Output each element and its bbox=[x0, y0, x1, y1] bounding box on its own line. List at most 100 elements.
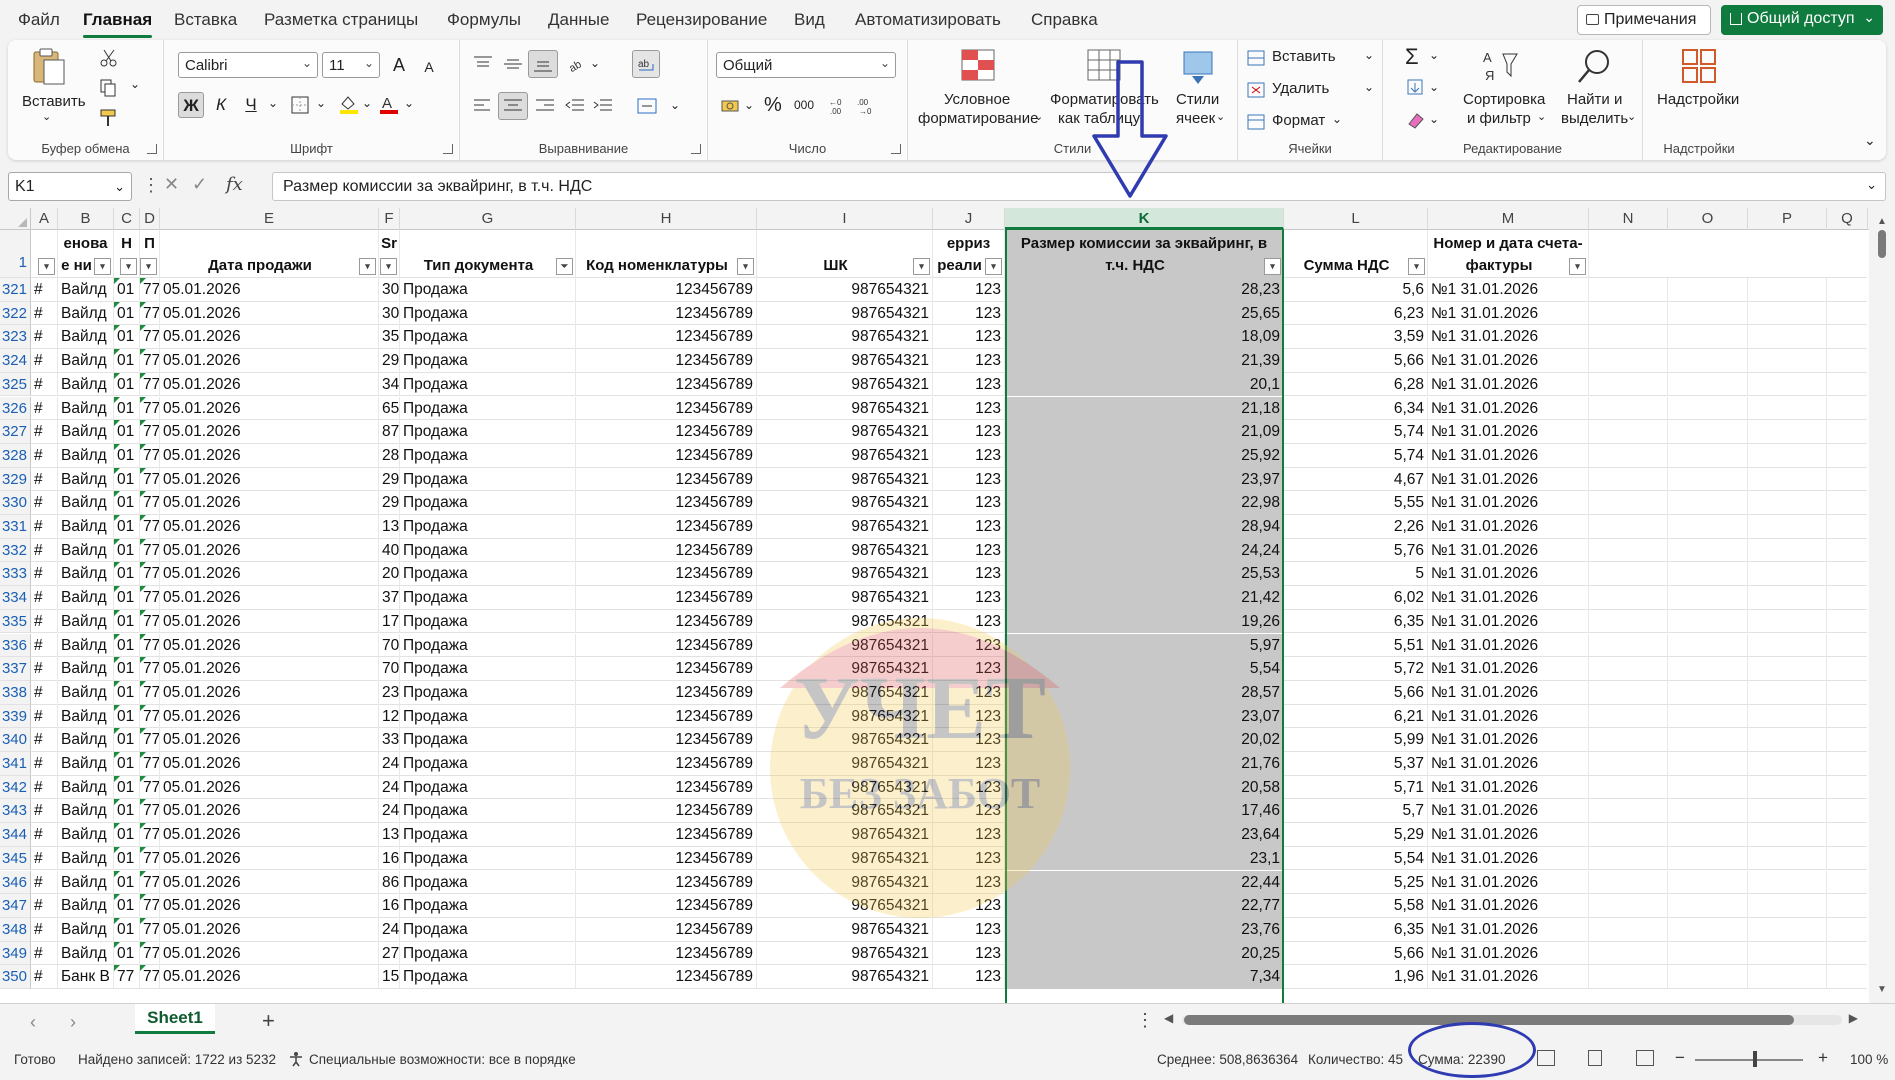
cell-c[interactable]: 01 bbox=[114, 443, 140, 468]
cell-h[interactable]: 123456789 bbox=[576, 491, 757, 515]
cell-l[interactable]: 5,54 bbox=[1284, 846, 1428, 871]
font-shrink-button[interactable]: A bbox=[416, 54, 442, 80]
cell-m[interactable]: №1 31.01.2026 bbox=[1428, 965, 1589, 989]
row-header[interactable]: 327 bbox=[0, 420, 31, 444]
number-format-select[interactable]: Общий ⌄ bbox=[716, 52, 896, 78]
cell-c[interactable]: 01 bbox=[114, 894, 140, 918]
chevron-down-icon[interactable]: ⌄ bbox=[268, 96, 278, 110]
cell-l[interactable]: 5,99 bbox=[1284, 728, 1428, 752]
cell-k[interactable]: 23,07 bbox=[1005, 704, 1284, 729]
cell-j[interactable]: 123 bbox=[933, 680, 1005, 705]
cell-k[interactable]: 22,77 bbox=[1005, 894, 1284, 918]
cell-j[interactable]: 123 bbox=[933, 728, 1005, 752]
cell-b[interactable]: Вайлд bbox=[58, 325, 114, 350]
chevron-down-icon[interactable]: ⌄ bbox=[590, 56, 600, 70]
cell-f[interactable]: 70 bbox=[379, 633, 400, 658]
cell-p[interactable] bbox=[1748, 894, 1827, 918]
more-icon[interactable]: ⋮ bbox=[142, 175, 160, 196]
cell-a[interactable]: # bbox=[31, 538, 58, 563]
cell-j[interactable]: 123 bbox=[933, 870, 1005, 895]
cell-j[interactable]: 123 bbox=[933, 562, 1005, 587]
cell-f[interactable]: 27 bbox=[379, 941, 400, 966]
cell-n[interactable] bbox=[1589, 657, 1668, 681]
cell-l[interactable]: 2,26 bbox=[1284, 515, 1428, 539]
filter-dropdown-icon[interactable]: ▾ bbox=[1264, 258, 1281, 275]
cell-o[interactable] bbox=[1668, 894, 1748, 918]
collapse-ribbon-icon[interactable]: ⌄ bbox=[1864, 132, 1876, 149]
header-cell-k[interactable]: Размер комиссии за эквайринг, в т.ч. НДС ▾ bbox=[1005, 230, 1284, 278]
cell-k[interactable]: 17,46 bbox=[1005, 799, 1284, 824]
cell-m[interactable]: №1 31.01.2026 bbox=[1428, 846, 1589, 871]
cell-c[interactable]: 01 bbox=[114, 657, 140, 681]
cell-e[interactable]: 05.01.2026 bbox=[160, 680, 379, 705]
row-header[interactable]: 342 bbox=[0, 775, 31, 800]
row-header[interactable]: 338 bbox=[0, 680, 31, 705]
chevron-down-icon[interactable]: ⌄ bbox=[670, 98, 680, 112]
cell-a[interactable]: # bbox=[31, 278, 58, 302]
cell-p[interactable] bbox=[1748, 965, 1827, 989]
filter-dropdown-icon[interactable]: ▾ bbox=[359, 258, 376, 275]
cell-l[interactable]: 6,02 bbox=[1284, 586, 1428, 610]
cell-p[interactable] bbox=[1748, 372, 1827, 397]
cell-c[interactable]: 01 bbox=[114, 562, 140, 587]
cell-i[interactable]: 987654321 bbox=[757, 846, 933, 871]
dialog-launcher-icon[interactable] bbox=[891, 144, 901, 154]
cancel-icon[interactable]: ✕ bbox=[164, 174, 179, 195]
cell-d[interactable]: 77 bbox=[140, 443, 160, 468]
cell-e[interactable]: 05.01.2026 bbox=[160, 586, 379, 610]
cell-o[interactable] bbox=[1668, 941, 1748, 966]
cell-g[interactable]: Продажа bbox=[400, 443, 576, 468]
cell-g[interactable]: Продажа bbox=[400, 704, 576, 729]
cell-h[interactable]: 123456789 bbox=[576, 657, 757, 681]
cell-f[interactable]: 24 bbox=[379, 775, 400, 800]
cell-i[interactable]: 987654321 bbox=[757, 799, 933, 824]
cell-b[interactable]: Вайлд bbox=[58, 372, 114, 397]
cell-a[interactable]: # bbox=[31, 301, 58, 326]
cell-o[interactable] bbox=[1668, 633, 1748, 658]
add-sheet-button[interactable]: + bbox=[262, 1008, 275, 1034]
menu-automate[interactable]: Автоматизировать bbox=[855, 10, 1001, 30]
cell-m[interactable]: №1 31.01.2026 bbox=[1428, 657, 1589, 681]
cell-p[interactable] bbox=[1748, 349, 1827, 373]
decrease-decimal-icon[interactable]: .00→0 bbox=[856, 96, 878, 116]
cell-a[interactable]: # bbox=[31, 515, 58, 539]
cell-k[interactable]: 20,58 bbox=[1005, 775, 1284, 800]
decrease-indent-icon[interactable] bbox=[564, 96, 586, 116]
cell-p[interactable] bbox=[1748, 420, 1827, 444]
cell-g[interactable]: Продажа bbox=[400, 325, 576, 350]
cell-m[interactable]: №1 31.01.2026 bbox=[1428, 680, 1589, 705]
cell-d[interactable]: 77 bbox=[140, 372, 160, 397]
row-header[interactable]: 340 bbox=[0, 728, 31, 752]
cell-c[interactable]: 01 bbox=[114, 799, 140, 824]
format-painter-icon[interactable] bbox=[98, 108, 120, 128]
cell-g[interactable]: Продажа bbox=[400, 680, 576, 705]
cell-d[interactable]: 77 bbox=[140, 491, 160, 515]
font-name-select[interactable]: Calibri ⌄ bbox=[178, 52, 318, 78]
cell-h[interactable]: 123456789 bbox=[576, 965, 757, 989]
cell-i[interactable]: 987654321 bbox=[757, 917, 933, 942]
cell-i[interactable]: 987654321 bbox=[757, 349, 933, 373]
cell-n[interactable] bbox=[1589, 752, 1668, 776]
chevron-down-icon[interactable]: ⌄ bbox=[362, 96, 372, 110]
cell-l[interactable]: 5,74 bbox=[1284, 420, 1428, 444]
cell-a[interactable]: # bbox=[31, 799, 58, 824]
cell-h[interactable]: 123456789 bbox=[576, 562, 757, 587]
cell-h[interactable]: 123456789 bbox=[576, 538, 757, 563]
align-left-icon[interactable] bbox=[472, 96, 494, 116]
row-header[interactable]: 334 bbox=[0, 586, 31, 610]
row-header[interactable]: 323 bbox=[0, 325, 31, 350]
align-center-button[interactable] bbox=[498, 92, 528, 120]
cell-k[interactable]: 23,97 bbox=[1005, 467, 1284, 492]
cell-a[interactable]: # bbox=[31, 846, 58, 871]
cell-b[interactable]: Вайлд bbox=[58, 823, 114, 847]
cell-b[interactable]: Вайлд bbox=[58, 586, 114, 610]
cell-i[interactable]: 987654321 bbox=[757, 941, 933, 966]
header-cell-f[interactable]: Sr ▾ bbox=[379, 230, 400, 278]
cell-l[interactable]: 5,25 bbox=[1284, 870, 1428, 895]
cell-p[interactable] bbox=[1748, 870, 1827, 895]
filter-dropdown-icon[interactable]: ▾ bbox=[38, 258, 55, 275]
cell-h[interactable]: 123456789 bbox=[576, 467, 757, 492]
cell-o[interactable] bbox=[1668, 301, 1748, 326]
cell-b[interactable]: Вайлд bbox=[58, 420, 114, 444]
header-cell-d[interactable]: П ▾ bbox=[140, 230, 160, 278]
